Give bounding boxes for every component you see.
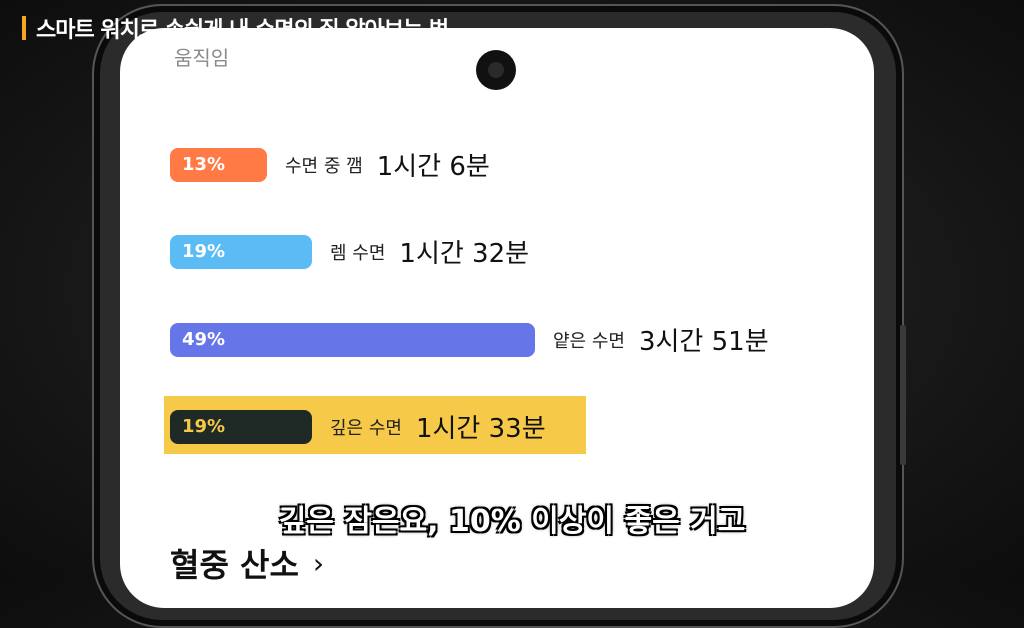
section-label-movement: 움직임 (174, 46, 230, 70)
stage-duration: 1시간 32분 (399, 239, 530, 269)
stage-row-deep[interactable]: 19% 깊은 수면 1시간 33분 (170, 408, 546, 445)
stage-percent: 19% (182, 241, 226, 262)
front-camera-icon (476, 50, 516, 90)
stage-percent: 49% (182, 329, 226, 350)
stage-bar-awake: 13% (170, 147, 267, 182)
phone-side-button (900, 325, 906, 465)
blood-oxygen-link[interactable]: 혈중 산소 › (170, 540, 324, 586)
stage-percent: 13% (182, 154, 226, 175)
title-accent-bar (22, 16, 26, 40)
stage-duration: 3시간 51분 (638, 327, 769, 357)
stage-duration: 1시간 6분 (376, 152, 490, 182)
video-title-text: 스마트 워치로 손쉽게 내 수면의 질 알아보는 법 (36, 18, 449, 43)
stage-label: 수면 중 깸 (285, 155, 363, 177)
stage-label: 깊은 수면 (330, 417, 402, 439)
blood-oxygen-label: 혈중 산소 (170, 546, 299, 584)
stage-row-awake[interactable]: 13% 수면 중 깸 1시간 6분 (170, 146, 490, 183)
stage-bar-light: 49% (170, 322, 535, 357)
stage-percent: 19% (182, 416, 226, 437)
stage-bar-deep: 19% (170, 409, 312, 444)
stage-row-light[interactable]: 49% 얕은 수면 3시간 51분 (170, 321, 769, 358)
stage-label: 얕은 수면 (553, 330, 625, 352)
stage-bar-rem: 19% (170, 234, 312, 269)
video-subtitle: 깊은 잠은요, 10% 이상이 좋은 거고 (278, 504, 746, 539)
stage-duration: 1시간 33분 (415, 414, 546, 444)
chevron-right-icon: › (312, 546, 325, 580)
video-title: 스마트 워치로 손쉽게 내 수면의 질 알아보는 법 (22, 12, 449, 44)
stage-row-rem[interactable]: 19% 렘 수면 1시간 32분 (170, 233, 529, 270)
stage-label: 렘 수면 (330, 242, 386, 264)
